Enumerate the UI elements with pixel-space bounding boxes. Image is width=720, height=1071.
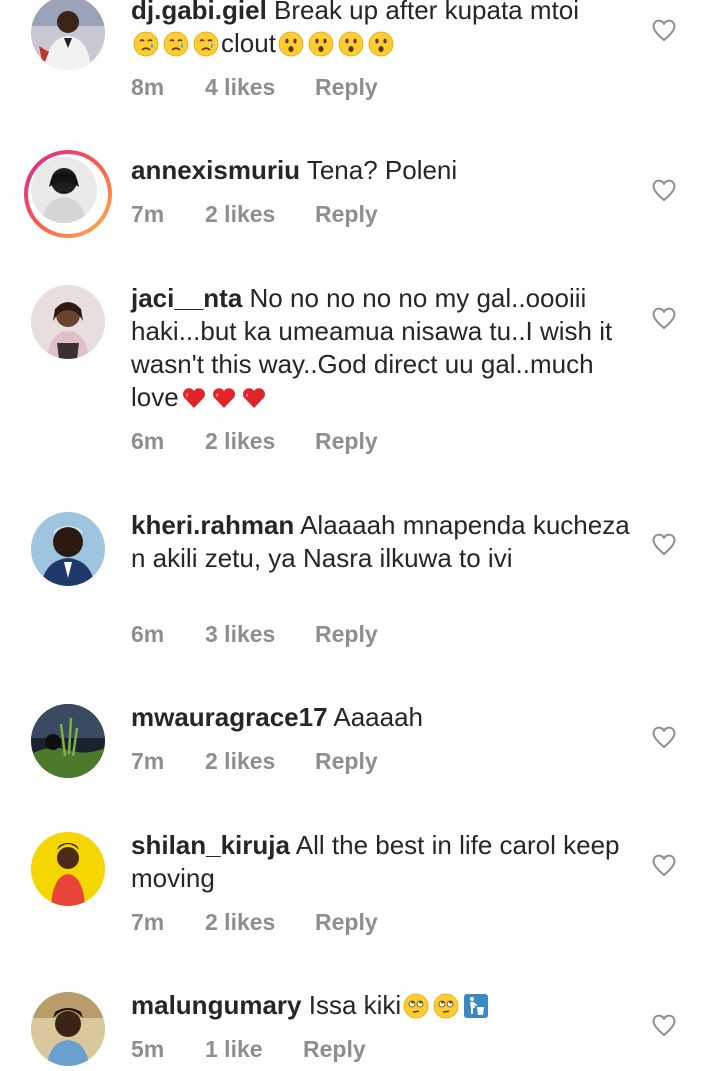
crying-face-icon xyxy=(193,31,219,57)
avatar-image xyxy=(31,157,97,223)
hushed-face-icon xyxy=(278,31,304,57)
username[interactable]: annexismuriu xyxy=(131,155,300,185)
avatar[interactable] xyxy=(31,285,105,359)
likes-count[interactable]: 1 like xyxy=(205,1036,303,1063)
avatar-story-ring[interactable] xyxy=(24,150,112,238)
comment-meta: 7m 2 likes Reply xyxy=(131,748,378,775)
avatar[interactable] xyxy=(31,0,105,70)
timestamp: 6m xyxy=(131,428,165,454)
comment-body-cont: clout xyxy=(221,28,276,58)
hushed-face-icon xyxy=(308,31,334,57)
username[interactable]: shilan_kiruja xyxy=(131,830,290,860)
avatar-image xyxy=(31,285,105,359)
username[interactable]: jaci__nta xyxy=(131,283,242,313)
likes-count[interactable]: 2 likes xyxy=(205,748,315,775)
timestamp: 6m xyxy=(131,621,165,647)
avatar[interactable] xyxy=(31,832,105,906)
avatar-image xyxy=(31,0,105,70)
heart-outline-icon[interactable] xyxy=(651,725,677,749)
timestamp: 8m xyxy=(131,74,165,100)
avatar-image xyxy=(31,992,105,1066)
username[interactable]: malungumary xyxy=(131,990,302,1020)
likes-count[interactable]: 3 likes xyxy=(205,621,315,648)
avatar-image xyxy=(31,832,105,906)
comment-meta: 8m 4 likes Reply xyxy=(131,74,378,101)
red-heart-icon xyxy=(211,385,237,411)
crying-face-icon xyxy=(133,31,159,57)
timestamp: 5m xyxy=(131,1036,165,1062)
red-heart-icon xyxy=(181,385,207,411)
username[interactable]: dj.gabi.giel xyxy=(131,0,267,25)
red-heart-icon xyxy=(241,385,267,411)
heart-outline-icon[interactable] xyxy=(651,178,677,202)
username[interactable]: mwauragrace17 xyxy=(131,702,328,732)
comment-meta: 7m 2 likes Reply xyxy=(131,909,378,936)
likes-count[interactable]: 4 likes xyxy=(205,74,315,101)
likes-count[interactable]: 2 likes xyxy=(205,201,315,228)
reply-button[interactable]: Reply xyxy=(315,74,378,101)
comment-text: shilan_kiruja All the best in life carol… xyxy=(131,829,631,895)
avatar[interactable] xyxy=(31,704,105,778)
heart-outline-icon[interactable] xyxy=(651,306,677,330)
eye-roll-face-icon xyxy=(403,993,429,1019)
avatar-image xyxy=(31,704,105,778)
heart-outline-icon[interactable] xyxy=(651,1013,677,1037)
hushed-face-icon xyxy=(368,31,394,57)
timestamp: 7m xyxy=(131,909,165,935)
comment-body: Tena? Poleni xyxy=(306,155,458,185)
comment-body: Aaaaah xyxy=(333,702,424,732)
comment-body: Issa kiki xyxy=(308,990,402,1020)
avatar-image xyxy=(31,512,105,586)
avatar[interactable] xyxy=(31,512,105,586)
timestamp: 7m xyxy=(131,201,165,227)
reply-button[interactable]: Reply xyxy=(303,1036,366,1063)
likes-count[interactable]: 2 likes xyxy=(205,909,315,936)
crying-face-icon xyxy=(163,31,189,57)
likes-count[interactable]: 2 likes xyxy=(205,428,315,455)
reply-button[interactable]: Reply xyxy=(315,428,378,455)
comment-meta: 7m 2 likes Reply xyxy=(131,201,378,228)
heart-outline-icon[interactable] xyxy=(651,853,677,877)
comment-text: annexismuriu Tena? Poleni xyxy=(131,154,631,187)
comment-text: dj.gabi.giel Break up after kupata mtoi … xyxy=(131,0,631,60)
hushed-face-icon xyxy=(338,31,364,57)
comment-body: Break up after kupata mtoi xyxy=(274,0,579,25)
comment-text: kheri.rahman Alaaaah mnapenda kucheza n … xyxy=(131,509,631,575)
timestamp: 7m xyxy=(131,748,165,774)
username[interactable]: kheri.rahman xyxy=(131,510,294,540)
comment-meta: 6m 3 likes Reply xyxy=(131,621,378,648)
comment-meta: 6m 2 likes Reply xyxy=(131,428,378,455)
litter-bin-sign-icon xyxy=(463,993,489,1019)
comment-text: mwauragrace17 Aaaaah xyxy=(131,701,631,734)
avatar[interactable] xyxy=(31,992,105,1066)
reply-button[interactable]: Reply xyxy=(315,621,378,648)
heart-outline-icon[interactable] xyxy=(651,532,677,556)
comment-text: malungumary Issa kiki xyxy=(131,989,631,1022)
comment-text: jaci__nta No no no no no my gal..oooiii … xyxy=(131,282,631,414)
reply-button[interactable]: Reply xyxy=(315,201,378,228)
eye-roll-face-icon xyxy=(433,993,459,1019)
reply-button[interactable]: Reply xyxy=(315,748,378,775)
avatar xyxy=(31,157,97,223)
heart-outline-icon[interactable] xyxy=(651,18,677,42)
reply-button[interactable]: Reply xyxy=(315,909,378,936)
comment-meta: 5m 1 like Reply xyxy=(131,1036,366,1063)
